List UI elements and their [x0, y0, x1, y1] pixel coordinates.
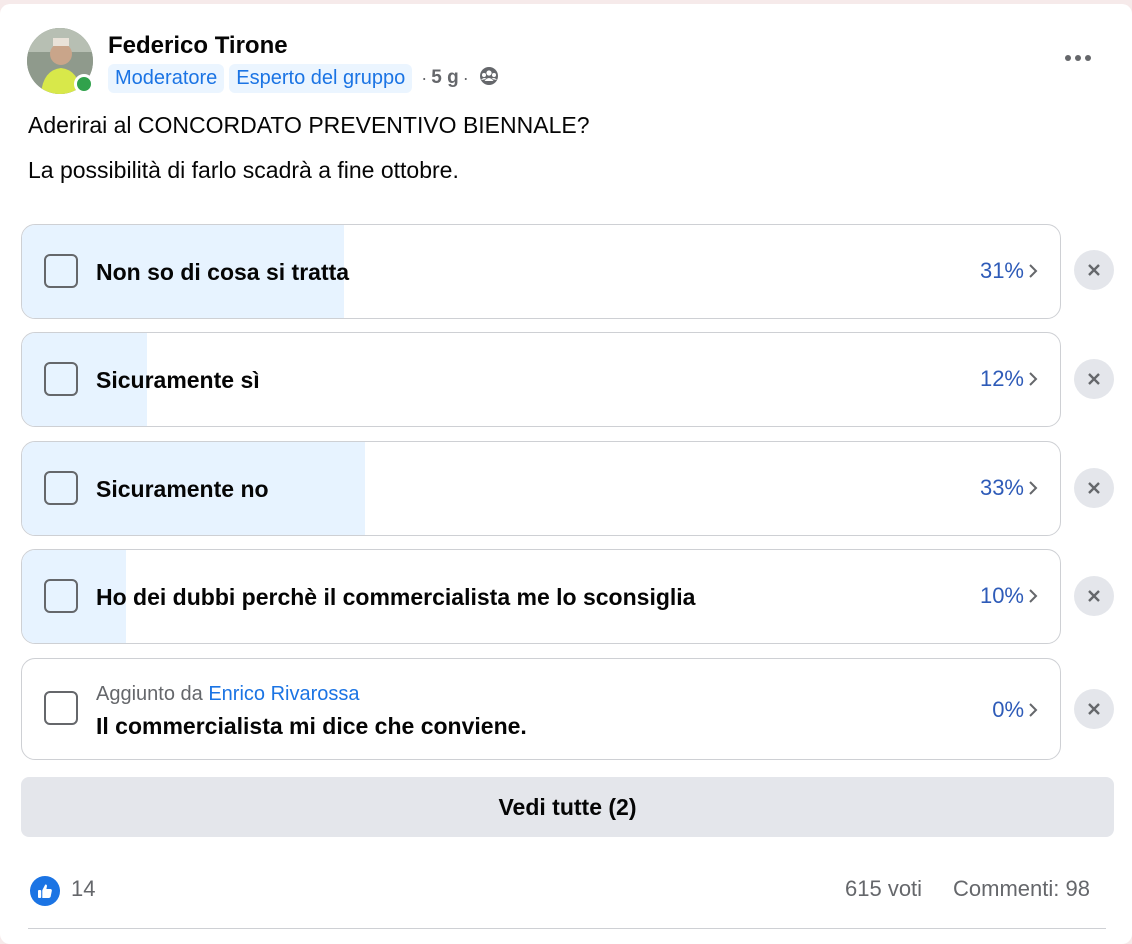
poll-option-label: Sicuramente no [96, 476, 269, 502]
remove-option-button[interactable] [1074, 359, 1114, 399]
poll-option[interactable]: Sicuramente sì 12% [21, 332, 1061, 427]
badge-group-expert[interactable]: Esperto del gruppo [229, 63, 413, 93]
poll-percentage-value: 0% [992, 697, 1024, 722]
poll-option-label: Il commercialista mi dice che conviene. [96, 713, 527, 739]
comments-count[interactable]: Commenti: 98 [953, 876, 1090, 902]
poll-option-label: Non so di cosa si tratta [96, 259, 350, 285]
votes-count[interactable]: 615 voti [845, 876, 922, 902]
chevron-right-icon [1029, 481, 1038, 495]
poll-checkbox[interactable] [44, 362, 78, 396]
poll-percentage-value: 31% [979, 258, 1024, 283]
poll-percentage-value: 12% [979, 366, 1024, 391]
added-by-prefix: Aggiunto da [96, 683, 203, 705]
poll-percentage[interactable]: 10% [980, 583, 1038, 609]
poll-checkbox[interactable] [44, 254, 78, 288]
poll-checkbox[interactable] [44, 579, 78, 613]
poll-percentage[interactable]: 31% [980, 258, 1038, 284]
poll-option[interactable]: Aggiunto da Enrico Rivarossa Il commerci… [21, 658, 1061, 760]
meta-separator: · [421, 67, 428, 88]
author-name[interactable]: Federico Tirone [108, 32, 288, 60]
poll-option[interactable]: Non so di cosa si tratta 31% [21, 224, 1061, 319]
poll-percentage[interactable]: 12% [980, 366, 1038, 392]
meta-separator: · [462, 67, 469, 88]
poll-option-label: Ho dei dubbi perchè il commercialista me… [96, 584, 696, 610]
likes-count[interactable]: 14 [71, 876, 95, 902]
close-icon [1088, 590, 1100, 602]
remove-option-button[interactable] [1074, 689, 1114, 729]
poll-percentage-value: 33% [979, 475, 1024, 500]
chevron-right-icon [1029, 264, 1038, 278]
dot [1065, 55, 1071, 61]
post-text-line-2: La possibilità di farlo scadrà a fine ot… [28, 157, 459, 183]
poll-percentage[interactable]: 33% [980, 475, 1038, 501]
dot [1075, 55, 1081, 61]
group-icon [479, 66, 499, 91]
dot [1085, 55, 1091, 61]
post-meta: Moderatore Esperto del gruppo · 5 g · [108, 62, 499, 94]
like-reaction-icon[interactable] [30, 876, 60, 906]
poll-option-label: Sicuramente sì [96, 367, 260, 393]
divider [28, 928, 1106, 929]
chevron-right-icon [1029, 372, 1038, 386]
thumbs-up-icon [38, 884, 52, 898]
poll-checkbox[interactable] [44, 471, 78, 505]
poll-option[interactable]: Sicuramente no 33% [21, 441, 1061, 536]
close-icon [1088, 482, 1100, 494]
poll-percentage-value: 10% [979, 583, 1024, 608]
close-icon [1088, 703, 1100, 715]
more-options-button[interactable] [1058, 44, 1098, 72]
remove-option-button[interactable] [1074, 576, 1114, 616]
online-status-indicator [74, 74, 94, 94]
chevron-right-icon [1029, 703, 1038, 717]
poll-percentage[interactable]: 0% [992, 697, 1038, 723]
post-time[interactable]: 5 g [431, 67, 458, 89]
chevron-right-icon [1029, 589, 1038, 603]
remove-option-button[interactable] [1074, 250, 1114, 290]
poll-checkbox[interactable] [44, 691, 78, 725]
remove-option-button[interactable] [1074, 468, 1114, 508]
added-by-user-link[interactable]: Enrico Rivarossa [208, 683, 359, 705]
added-by-text: Aggiunto da Enrico Rivarossa [96, 683, 360, 706]
badge-moderator[interactable]: Moderatore [108, 63, 225, 93]
close-icon [1088, 264, 1100, 276]
see-all-options-button[interactable]: Vedi tutte (2) [21, 777, 1114, 837]
post-text-line-1: Aderirai al CONCORDATO PREVENTIVO BIENNA… [28, 112, 590, 138]
post-card: Federico Tirone Moderatore Esperto del g… [0, 4, 1132, 944]
close-icon [1088, 373, 1100, 385]
poll-option[interactable]: Ho dei dubbi perchè il commercialista me… [21, 549, 1061, 644]
